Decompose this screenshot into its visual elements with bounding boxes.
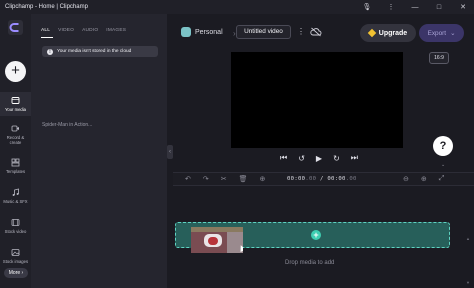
more-label: More: [8, 270, 21, 276]
rail-item-your-media[interactable]: Your media: [0, 92, 31, 116]
cloud-off-icon[interactable]: [310, 27, 322, 37]
rail-item-templates[interactable]: Templates: [0, 158, 31, 174]
templates-icon: [11, 158, 20, 167]
help-button[interactable]: ?: [433, 136, 453, 156]
timeline-toolbar: ↶ ↷ ✂ 🗑 ⊕ 00:00.00 / 00:00.00 ⊖ ⊕ ⤢: [173, 172, 474, 186]
forward-5-icon[interactable]: ↻: [333, 154, 340, 163]
maximize-icon[interactable]: □: [434, 4, 444, 11]
rail-item-label: Music & SFX: [3, 199, 28, 204]
add-media-button[interactable]: +: [5, 61, 26, 82]
add-clip-icon[interactable]: +: [311, 230, 321, 240]
rail-item-stock-video[interactable]: Stock video: [0, 218, 31, 234]
rail-item-record[interactable]: Record & create: [0, 124, 31, 145]
scroll-down-icon[interactable]: ▼: [466, 280, 470, 285]
add-to-timeline-icon[interactable]: ⊕: [260, 175, 266, 183]
rail-item-label: Stock video: [4, 229, 27, 234]
kebab-icon[interactable]: ⋮: [386, 3, 396, 11]
mic-icon[interactable]: 🎙: [362, 3, 372, 11]
more-button[interactable]: More ›: [4, 268, 28, 278]
timeline-drop-zone[interactable]: +: [175, 222, 450, 253]
rail-item-label: Templates: [5, 169, 26, 174]
stock-images-icon: [11, 249, 20, 256]
minimize-icon[interactable]: —: [410, 4, 420, 11]
rail-item-music[interactable]: Music & SFX: [0, 188, 31, 204]
rail-item-label: Stock images: [2, 259, 29, 264]
chevron-down-icon: ⌄: [450, 30, 456, 37]
delete-icon[interactable]: 🗑: [239, 175, 248, 183]
rail-item-stock-images[interactable]: Stock images: [0, 248, 31, 264]
export-button[interactable]: Export ⌄: [419, 24, 464, 42]
tab-all[interactable]: ALL: [41, 28, 50, 33]
upgrade-button[interactable]: Upgrade: [360, 24, 416, 42]
split-icon[interactable]: ✂: [221, 175, 227, 183]
video-preview: [231, 52, 403, 148]
title-options-icon[interactable]: ⋮: [297, 27, 305, 36]
media-tabs: ALL VIDEO AUDIO IMAGES: [41, 28, 126, 38]
music-icon: [12, 188, 19, 196]
upgrade-label: Upgrade: [378, 29, 408, 37]
drop-hint: Drop media to add: [285, 260, 335, 266]
clip-thumbnail[interactable]: [191, 227, 243, 253]
thumbnail-figure: [208, 237, 218, 245]
media-icon: [11, 97, 20, 104]
left-rail: + Your media Record & create Templates M…: [0, 14, 31, 288]
clipchamp-logo-icon: [8, 20, 23, 35]
time-current-frac: .00: [305, 176, 317, 182]
record-icon: [11, 125, 19, 132]
playback-controls: ⏮ ↺ ▶ ↻ ⏭: [280, 153, 358, 163]
media-panel: ALL VIDEO AUDIO IMAGES ! Your media isn'…: [31, 14, 167, 288]
diamond-icon: [367, 28, 377, 38]
fit-timeline-icon[interactable]: ⤢: [439, 175, 445, 183]
chevron-down-icon[interactable]: ⌄: [441, 162, 445, 168]
workspace-selector[interactable]: Personal: [181, 27, 223, 37]
video-title-field[interactable]: Untitled video: [236, 25, 291, 39]
cloud-notice[interactable]: ! Your media isn't stored in the cloud: [42, 46, 158, 57]
aspect-ratio-button[interactable]: 16:9: [429, 52, 449, 64]
undo-icon[interactable]: ↶: [185, 175, 191, 183]
close-icon[interactable]: ✕: [458, 3, 468, 11]
export-label: Export: [427, 29, 447, 37]
zoom-out-icon[interactable]: ⊖: [403, 175, 409, 183]
workspace-name: Personal: [195, 28, 223, 36]
active-tab-underline: [41, 37, 53, 38]
time-separator: /: [320, 176, 324, 182]
time-total: 00:00: [327, 176, 346, 182]
stock-video-icon: [11, 219, 20, 226]
window-title: Clipchamp - Home | Clipchamp: [5, 4, 88, 10]
scroll-up-icon[interactable]: ▲: [466, 236, 470, 241]
editor-topbar: Personal › Untitled video ⋮ Upgrade Expo…: [173, 14, 474, 50]
cloud-notice-text: Your media isn't stored in the cloud: [57, 49, 132, 54]
redo-icon[interactable]: ↷: [203, 175, 209, 183]
play-icon[interactable]: ▶: [316, 154, 322, 163]
tab-audio[interactable]: AUDIO: [82, 28, 98, 33]
workspace-avatar: [181, 27, 191, 37]
skip-start-icon[interactable]: ⏮: [280, 153, 287, 163]
rail-item-label: Record & create: [6, 135, 25, 145]
timeline-scrollbar[interactable]: ▲ ▼: [466, 186, 470, 286]
time-total-frac: .00: [345, 176, 357, 182]
title-bar: Clipchamp - Home | Clipchamp 🎙 ⋮ — □ ✕: [0, 0, 474, 14]
tab-images[interactable]: IMAGES: [106, 28, 126, 33]
timecode: 00:00.00 / 00:00.00: [287, 176, 357, 182]
info-icon: !: [47, 48, 53, 55]
rewind-5-icon[interactable]: ↺: [298, 154, 305, 163]
skip-end-icon[interactable]: ⏭: [351, 153, 358, 163]
time-current: 00:00: [287, 176, 306, 182]
zoom-in-icon[interactable]: ⊕: [421, 175, 427, 183]
editor-area: Personal › Untitled video ⋮ Upgrade Expo…: [173, 14, 474, 288]
media-clip-name[interactable]: Spider-Man in Action...: [42, 122, 92, 128]
tab-video[interactable]: VIDEO: [58, 28, 74, 33]
rail-item-label: Your media: [4, 107, 27, 112]
